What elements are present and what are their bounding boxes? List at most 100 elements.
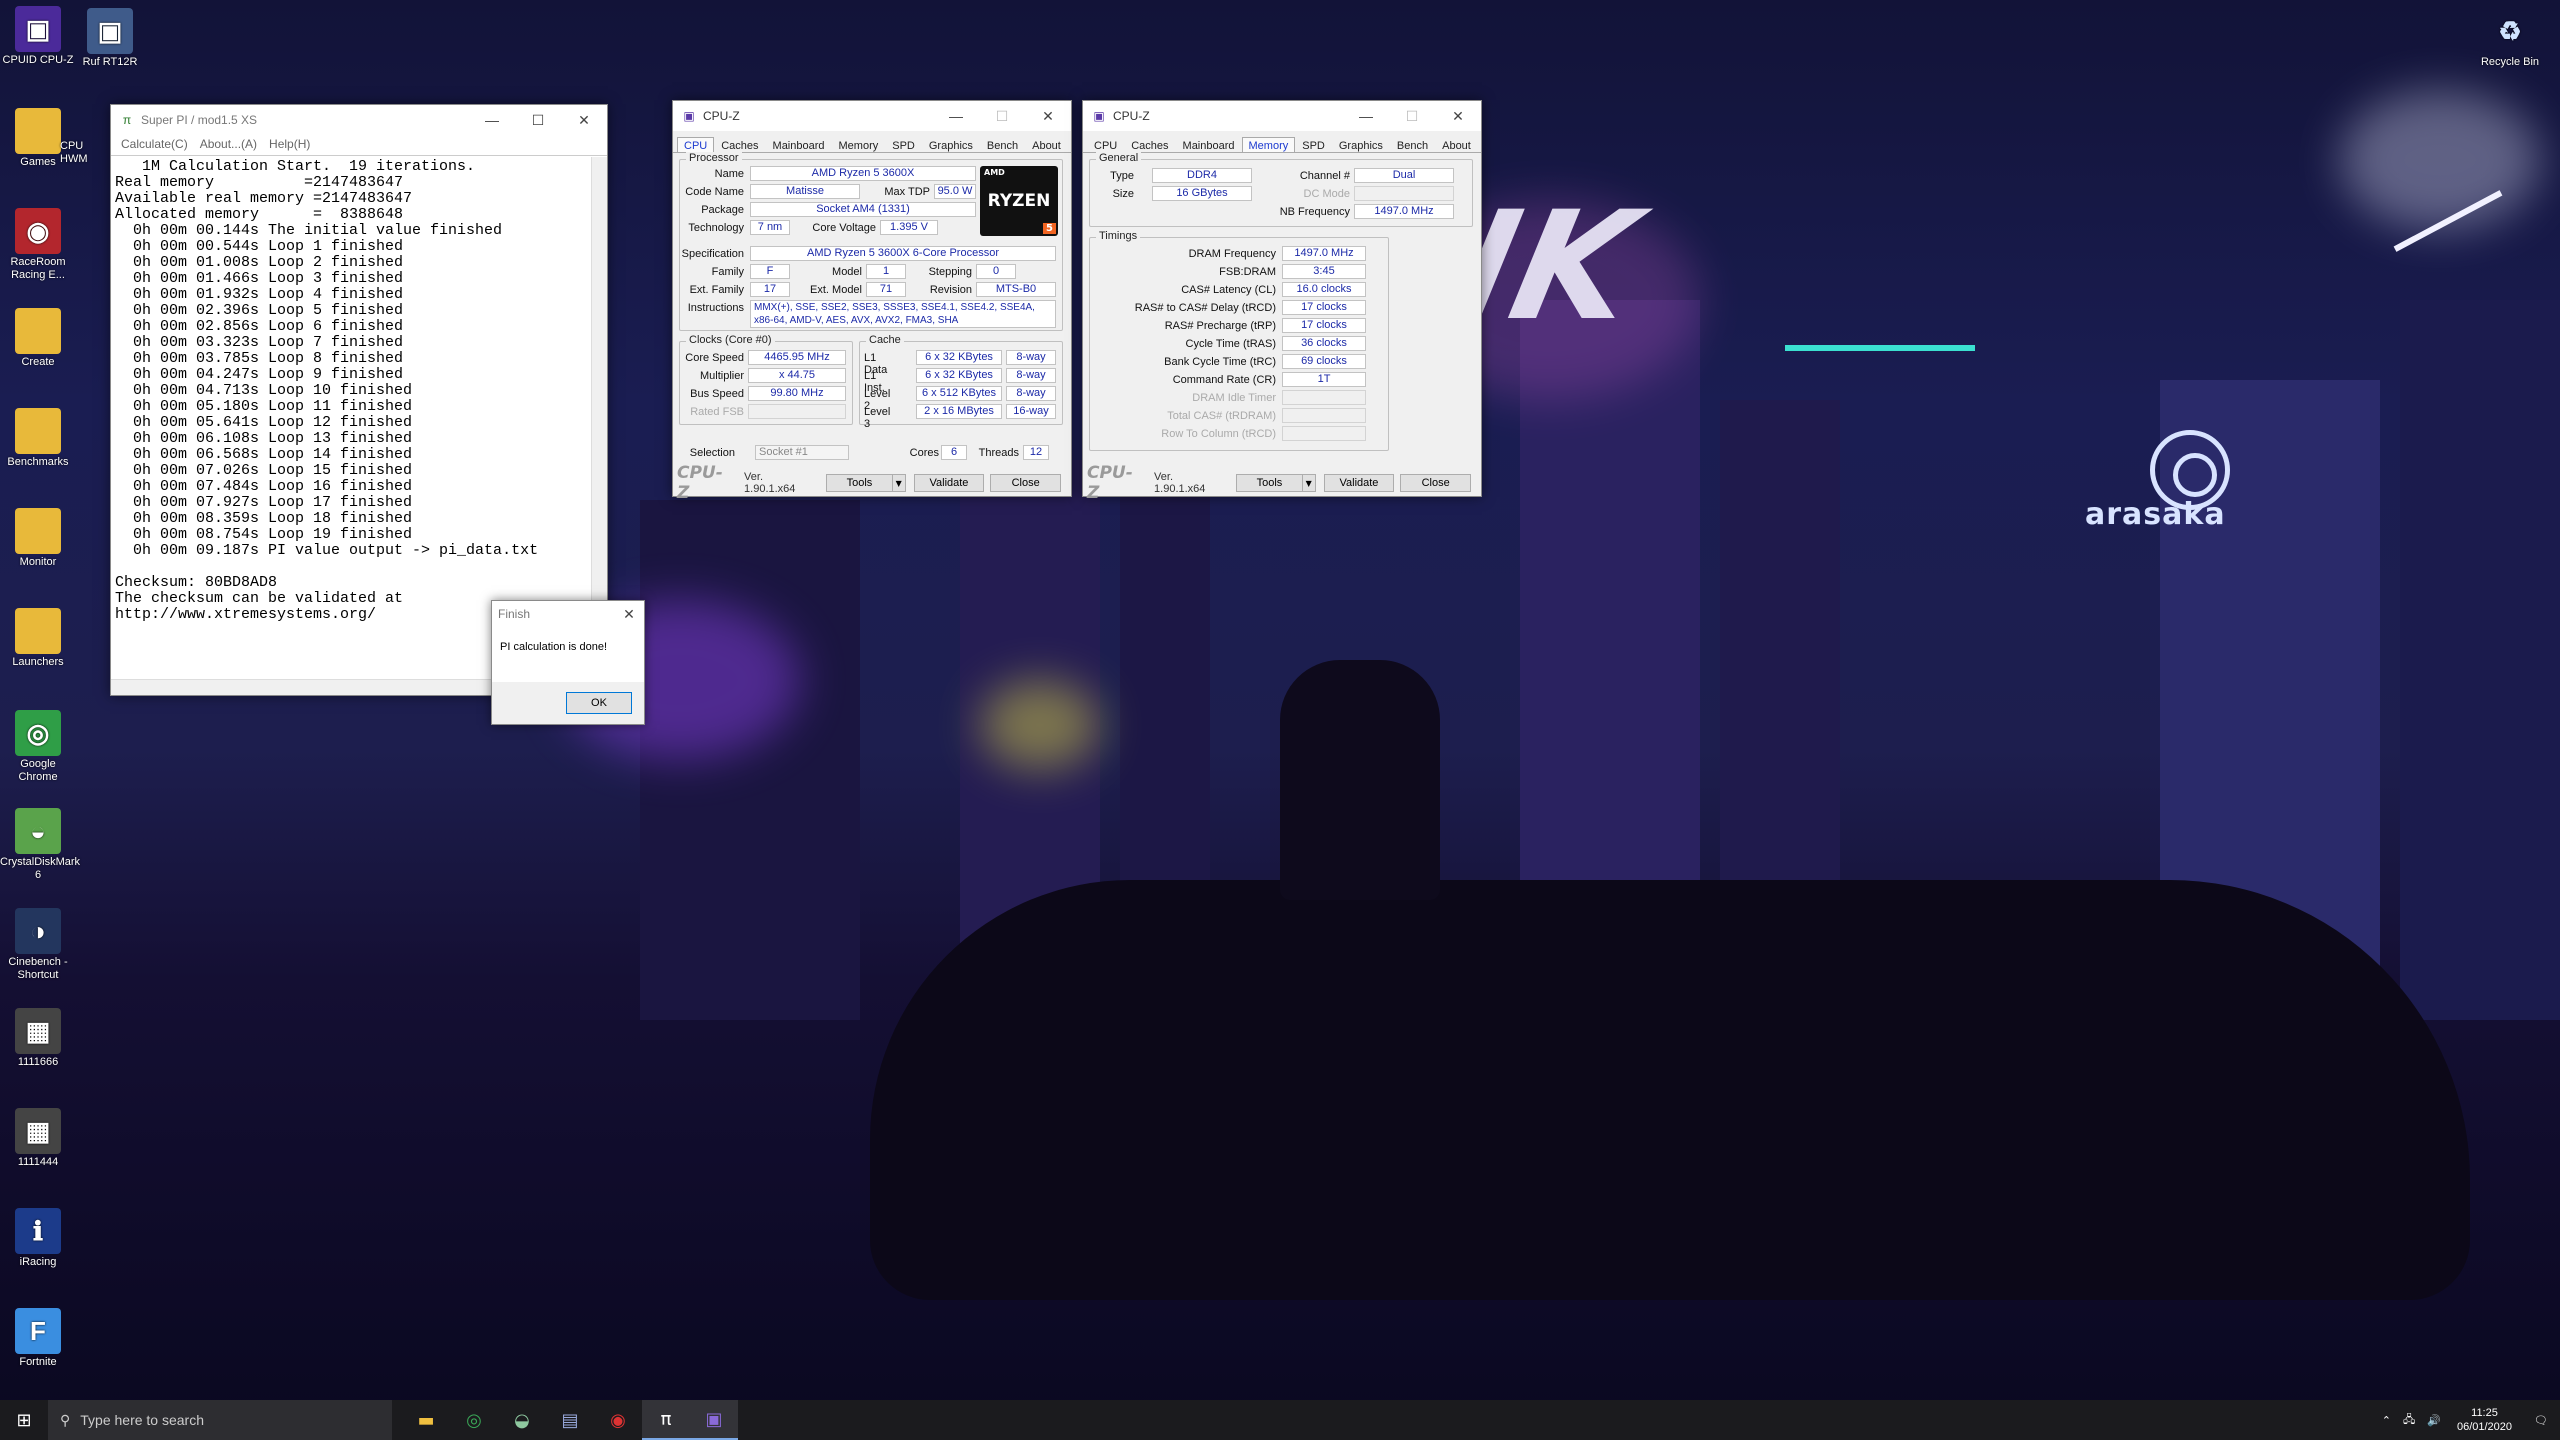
close-button[interactable]: ✕ (561, 105, 607, 135)
close-button[interactable]: ✕ (1025, 101, 1071, 131)
cpuz-memory-window[interactable]: ▣ CPU-Z — ☐ ✕ CPU Caches Mainboard Memory SP… (1082, 100, 1482, 503)
desktop-icon-6[interactable]: Launchers (0, 608, 76, 669)
menu-about[interactable]: About...(A) (194, 135, 263, 155)
superpi-icon[interactable]: π (642, 1400, 690, 1440)
tab-mainboard[interactable]: Mainboard (766, 137, 832, 152)
tab-caches[interactable]: Caches (714, 137, 765, 152)
notepad-icon[interactable]: ▤ (546, 1400, 594, 1440)
desktop-icon-13[interactable]: F Fortnite (0, 1308, 76, 1369)
minimize-button[interactable]: — (469, 105, 515, 135)
desktop-icon-8[interactable]: ◒ CrystalDiskMark 6 (0, 808, 80, 882)
cpuz2-tabs: CPU Caches Mainboard Memory SPD Graphics Bench… (1083, 131, 1481, 153)
validate-button[interactable]: Validate (1323, 474, 1395, 492)
desktop-icon-7[interactable]: ◎ Google Chrome (0, 710, 76, 784)
tools-dropdown-arrow-icon[interactable]: ▼ (1301, 474, 1316, 492)
tab-memory[interactable]: Memory (1241, 137, 1296, 152)
desktop-icon-9[interactable]: ◑ Cinebench - Shortcut (0, 908, 76, 982)
dialog-titlebar[interactable]: Finish ✕ (492, 601, 644, 627)
volume-icon[interactable]: 🔊 (2421, 1414, 2447, 1427)
tab-cpu[interactable]: CPU (1087, 137, 1124, 152)
taskbar: ⊞ ⚲ Type here to search ▬ ◎ ◒ ▤ ◉ π ▣ ⌃ 🖧 🔊 11… (0, 1400, 2560, 1440)
desktop-icon-12[interactable]: ℹ iRacing (0, 1208, 76, 1269)
desktop-icon-5[interactable]: Monitor (0, 508, 76, 569)
image-icon: ▦ (15, 1008, 61, 1054)
ok-button[interactable]: OK (566, 692, 632, 714)
minimize-button[interactable]: — (1343, 101, 1389, 131)
timing-value (1282, 408, 1366, 423)
cpuz-cpu-window[interactable]: ▣ CPU-Z — ☐ ✕ CPU Caches Mainboard Memory SP… (672, 100, 1072, 503)
dialog-message: PI calculation is done! (500, 641, 608, 653)
desktop-icon-11[interactable]: ▦ 1111444 (0, 1108, 76, 1169)
cpuz-icon[interactable]: ▣ (690, 1400, 738, 1440)
desktop-icon-3[interactable]: Create (0, 308, 76, 369)
tab-caches[interactable]: Caches (1124, 137, 1175, 152)
cpuz1-titlebar[interactable]: ▣ CPU-Z — ☐ ✕ (673, 101, 1071, 131)
tab-graphics[interactable]: Graphics (1332, 137, 1390, 152)
chrome-icon[interactable]: ◎ (450, 1400, 498, 1440)
selection-dropdown[interactable]: Socket #1 (755, 445, 849, 460)
minimize-button[interactable]: — (933, 101, 979, 131)
clock-time: 11:25 (2471, 1407, 2498, 1419)
cache-size-value: 6 x 512 KBytes (916, 386, 1002, 401)
finish-dialog[interactable]: Finish ✕ PI calculation is done! OK (491, 600, 645, 725)
close-button[interactable]: ✕ (1435, 101, 1481, 131)
tab-graphics[interactable]: Graphics (922, 137, 980, 152)
tab-about[interactable]: About (1435, 137, 1478, 152)
raceroom-icon[interactable]: ◉ (594, 1400, 642, 1440)
validate-button[interactable]: Validate (913, 474, 985, 492)
start-button[interactable]: ⊞ (0, 1400, 48, 1440)
tab-cpu[interactable]: CPU (677, 137, 715, 152)
tools-button[interactable]: Tools (826, 474, 893, 492)
maximize-button[interactable]: ☐ (515, 105, 561, 135)
desktop-icon-2[interactable]: ◉ RaceRoom Racing E... (0, 208, 76, 282)
maximize-button[interactable]: ☐ (1389, 101, 1435, 131)
desktop-icon-0[interactable]: ▣ CPUID CPU-Z (0, 6, 76, 67)
file-explorer-icon[interactable]: ▬ (402, 1400, 450, 1440)
superpi-titlebar[interactable]: π Super PI / mod1.5 XS — ☐ ✕ (111, 105, 607, 135)
desktop-icon-ruf[interactable]: ▣ Ruf RT12R (72, 8, 148, 69)
specification-value: AMD Ryzen 5 3600X 6-Core Processor (750, 246, 1056, 261)
menu-calculate[interactable]: Calculate(C) (115, 135, 194, 155)
timing-label: DRAM Idle Timer (1192, 392, 1276, 404)
tab-spd[interactable]: SPD (885, 137, 922, 152)
desktop-icon-recycle-bin[interactable]: ♻ Recycle Bin (2472, 8, 2548, 69)
cpuz2-titlebar[interactable]: ▣ CPU-Z — ☐ ✕ (1083, 101, 1481, 131)
image-icon: ▦ (15, 1108, 61, 1154)
crystaldisk-icon[interactable]: ◒ (498, 1400, 546, 1440)
timing-value: 16.0 clocks (1282, 282, 1366, 297)
desktop-icon-10[interactable]: ▦ 1111666 (0, 1008, 76, 1069)
timings-group: Timings DRAM Frequency 1497.0 MHz FSB:DRAM… (1089, 230, 1389, 451)
timing-label: Command Rate (CR) (1172, 374, 1276, 386)
close-app-button[interactable]: Close (990, 474, 1061, 492)
dialog-close-button[interactable]: ✕ (614, 601, 644, 627)
menu-help[interactable]: Help(H) (263, 135, 316, 155)
fortnite-icon: F (15, 1308, 61, 1354)
search-box[interactable]: ⚲ Type here to search (48, 1400, 392, 1440)
package-value: Socket AM4 (1331) (750, 202, 976, 217)
tab-bench[interactable]: Bench (980, 137, 1025, 152)
tab-mainboard[interactable]: Mainboard (1176, 137, 1242, 152)
wallpaper-car (870, 880, 2470, 1300)
superpi-title: Super PI / mod1.5 XS (141, 113, 258, 127)
tab-about[interactable]: About (1025, 137, 1068, 152)
maximize-button[interactable]: ☐ (979, 101, 1025, 131)
dc-mode-value (1354, 186, 1454, 201)
clock[interactable]: 11:25 06/01/2020 (2447, 1406, 2522, 1434)
tools-dropdown-arrow-icon[interactable]: ▼ (891, 474, 906, 492)
tools-button[interactable]: Tools (1236, 474, 1303, 492)
network-icon[interactable]: 🖧 (2397, 1411, 2421, 1430)
cache-way-value: 16-way (1006, 404, 1056, 419)
notifications-icon[interactable]: 🗨 (2522, 1414, 2560, 1427)
tab-spd[interactable]: SPD (1295, 137, 1332, 152)
tab-memory[interactable]: Memory (832, 137, 886, 152)
tab-bench[interactable]: Bench (1390, 137, 1435, 152)
desktop-icon-partial[interactable]: CPU HWM (60, 140, 100, 166)
desktop-icon-4[interactable]: Benchmarks (0, 408, 76, 469)
close-app-button[interactable]: Close (1400, 474, 1471, 492)
system-tray: ⌃ 🖧 🔊 11:25 06/01/2020 🗨 (2376, 1400, 2560, 1440)
chevron-up-icon[interactable]: ⌃ (2376, 1414, 2397, 1427)
cache-size-value: 6 x 32 KBytes (916, 350, 1002, 365)
core-voltage-value: 1.395 V (880, 220, 938, 235)
clock-date: 06/01/2020 (2456, 1421, 2513, 1433)
wallpaper-person (1280, 660, 1440, 900)
